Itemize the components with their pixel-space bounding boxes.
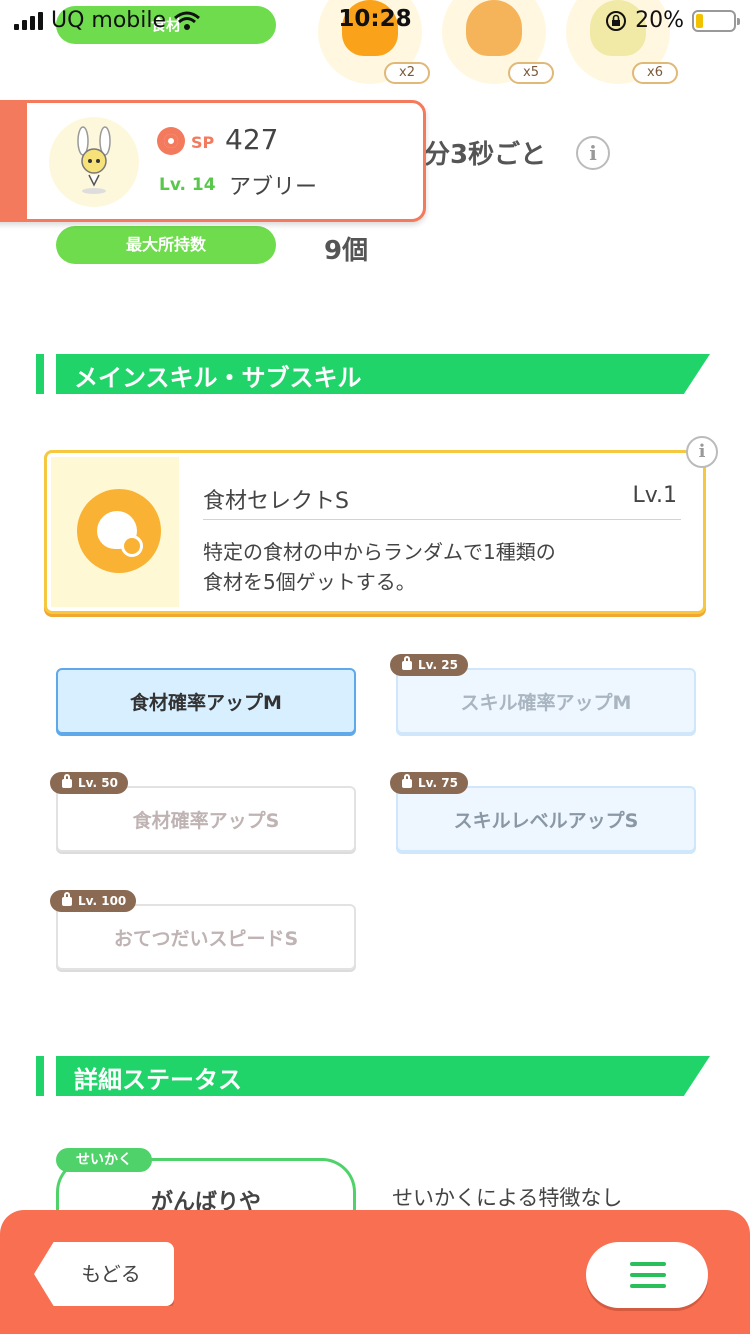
- lock-icon: [62, 774, 72, 788]
- description-line-2: 食材を5個ゲットする。: [203, 570, 416, 594]
- lock-level: Lv. 50: [78, 776, 118, 790]
- skills-section-header: メインスキル・サブスキル: [36, 354, 710, 394]
- max-capacity-label: 最大所持数: [125, 235, 206, 254]
- section-tick: [36, 1056, 44, 1096]
- card-stripe: [0, 103, 27, 219]
- back-label: もどる: [81, 1262, 141, 1286]
- section-tick: [36, 354, 44, 394]
- status-right: 20%: [605, 8, 740, 33]
- lock-level: Lv. 25: [418, 658, 458, 672]
- check-icon: [121, 535, 143, 557]
- subskill-label: スキル確率アップM: [460, 692, 632, 714]
- battery-icon: [692, 9, 740, 32]
- subskill-lock-badge: Lv. 75: [390, 772, 468, 794]
- lock-icon: [402, 656, 412, 670]
- sp-value: 427: [225, 123, 279, 156]
- pokemon-level: Lv. 14: [159, 175, 216, 195]
- status-bar: UQ mobile 10:28 20%: [0, 0, 750, 40]
- lock-level: Lv. 75: [418, 776, 458, 790]
- main-skill-name: 食材セレクトS: [203, 489, 349, 514]
- max-capacity-pill: 最大所持数: [56, 226, 276, 264]
- lock-icon: [62, 892, 72, 906]
- ingredient-select-skill-icon: [77, 489, 161, 573]
- max-capacity-value: 9個: [324, 236, 369, 266]
- help-frequency: 分3秒ごと: [424, 140, 547, 170]
- description-line-1: 特定の食材の中からランダムで1種類の: [203, 540, 556, 564]
- back-button[interactable]: もどる: [34, 1242, 174, 1306]
- sp-label: SP: [191, 133, 215, 152]
- lock-level: Lv. 100: [78, 894, 127, 908]
- bottom-bar: もどる: [0, 1210, 750, 1334]
- skills-section-title: メインスキル・サブスキル: [74, 364, 362, 392]
- ingredient-count-1: x2: [384, 62, 430, 84]
- frequency-info-icon[interactable]: i: [576, 136, 610, 170]
- pokemon-name: アブリー: [229, 175, 318, 200]
- subskill-label: おてつだいスピードS: [113, 928, 299, 950]
- orientation-lock-icon: [606, 10, 627, 31]
- subskill-lock-badge: Lv. 25: [390, 654, 468, 676]
- subskill-label: スキルレベルアップS: [453, 810, 639, 832]
- subskill-skill-trigger-m[interactable]: スキル確率アップM: [396, 668, 696, 734]
- battery-percent: 20%: [635, 8, 684, 33]
- subskill-lock-badge: Lv. 100: [50, 890, 137, 912]
- main-skill-card[interactable]: 食材セレクトS Lv.1 特定の食材の中からランダムで1種類の 食材を5個ゲット…: [44, 450, 706, 614]
- pokemon-card[interactable]: SP 427 Lv. 14 アブリー: [0, 100, 426, 222]
- nature-effect: せいかくによる特徴なし: [392, 1186, 623, 1210]
- lock-icon: [402, 774, 412, 788]
- main-skill-level: Lv.1: [632, 483, 677, 508]
- main-skill-description: 特定の食材の中からランダムで1種類の 食材を5個ゲットする。: [203, 537, 556, 597]
- sp-icon: [157, 127, 185, 155]
- cutiefly-icon: [77, 126, 111, 194]
- subskill-label: 食材確率アップS: [132, 810, 280, 832]
- battery-fill: [696, 13, 703, 28]
- pokemon-avatar: [49, 117, 139, 207]
- subskill-ingredient-finder-m[interactable]: 食材確率アップM: [56, 668, 356, 734]
- subskill-skill-level-up-s[interactable]: スキルレベルアップS: [396, 786, 696, 852]
- subskill-ingredient-finder-s[interactable]: 食材確率アップS: [56, 786, 356, 852]
- details-section-header: 詳細ステータス: [36, 1056, 710, 1096]
- skill-icon-area: [51, 457, 179, 607]
- ingredient-count-2: x5: [508, 62, 554, 84]
- subskill-helping-speed-s[interactable]: おてつだいスピードS: [56, 904, 356, 970]
- ingredient-count-3: x6: [632, 62, 678, 84]
- subskill-lock-badge: Lv. 50: [50, 772, 128, 794]
- details-section-title: 詳細ステータス: [74, 1066, 242, 1094]
- skill-info-icon[interactable]: i: [686, 436, 718, 468]
- skill-divider: [203, 519, 681, 520]
- subskill-label: 食材確率アップM: [130, 692, 282, 714]
- nature-tag: せいかく: [56, 1148, 152, 1172]
- menu-button[interactable]: [586, 1242, 708, 1308]
